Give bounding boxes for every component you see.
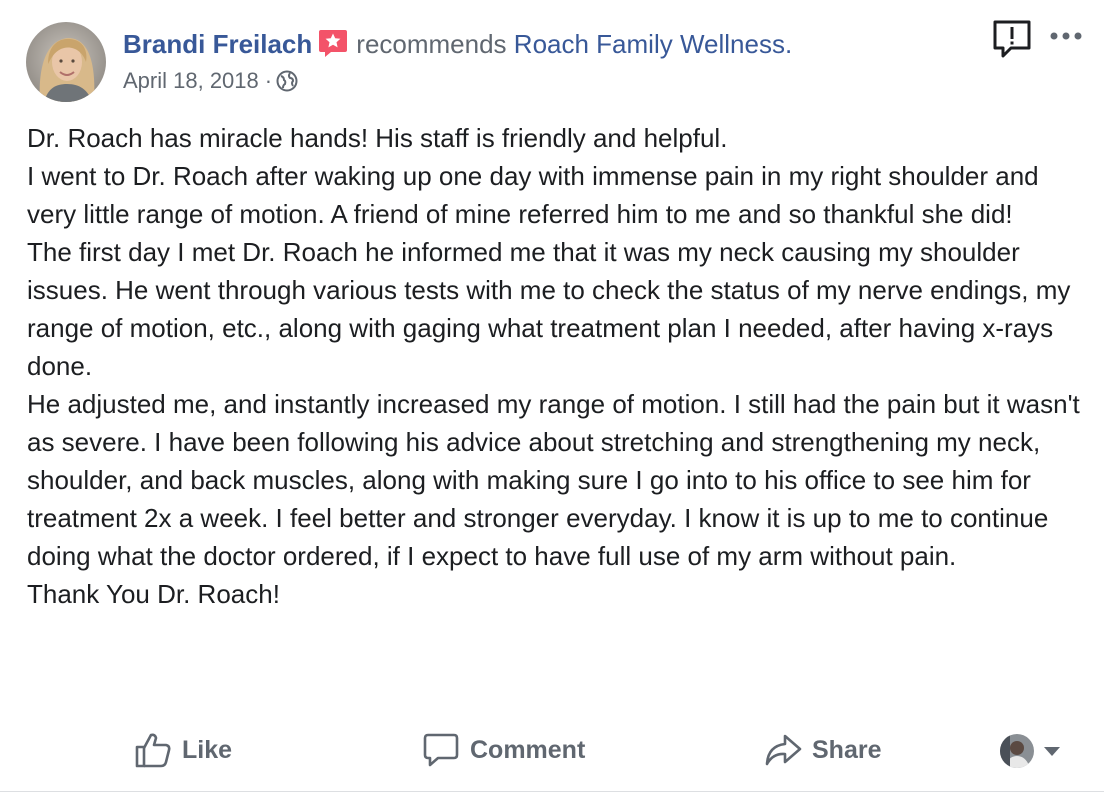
- viewer-avatar: [1000, 734, 1034, 768]
- report-icon[interactable]: [991, 18, 1033, 60]
- action-bar: Like Comment Share: [0, 720, 1104, 780]
- comment-button[interactable]: Comment: [422, 730, 585, 770]
- comment-bubble-icon: [423, 733, 459, 767]
- post-body: Dr. Roach has miracle hands! His staff i…: [27, 119, 1087, 613]
- recommends-text: recommends: [356, 29, 507, 59]
- body-paragraph: Thank You Dr. Roach!: [27, 579, 280, 609]
- like-button[interactable]: Like: [134, 730, 232, 770]
- body-paragraph: Dr. Roach has miracle hands! His staff i…: [27, 123, 728, 153]
- post-header: Brandi Freilach recommends Roach Family W…: [123, 26, 792, 62]
- share-button[interactable]: Share: [764, 730, 881, 770]
- share-label: Share: [812, 735, 882, 764]
- meta-separator: ·: [264, 68, 273, 93]
- body-paragraph: I went to Dr. Roach after waking up one …: [27, 161, 1039, 229]
- post-date[interactable]: April 18, 2018: [123, 68, 259, 93]
- share-arrow-icon: [765, 734, 802, 766]
- body-paragraph: He adjusted me, and instantly increased …: [27, 389, 1080, 571]
- thumbs-up-icon: [135, 733, 171, 768]
- review-post: Brandi Freilach recommends Roach Family W…: [0, 0, 1104, 800]
- page-name-link[interactable]: Roach Family Wellness: [514, 29, 785, 59]
- card-bottom-divider: [0, 791, 1104, 800]
- globe-icon[interactable]: [276, 70, 298, 92]
- recommendation-star-icon: [318, 28, 348, 58]
- author-avatar[interactable]: [26, 22, 106, 102]
- like-label: Like: [182, 735, 233, 764]
- body-paragraph: The first day I met Dr. Roach he informe…: [27, 237, 1071, 381]
- post-as-selector[interactable]: [1000, 734, 1060, 768]
- page-name-suffix: .: [784, 29, 793, 59]
- chevron-down-icon: [1044, 746, 1060, 756]
- post-meta: April 18, 2018 ·: [123, 66, 298, 96]
- comment-label: Comment: [470, 735, 586, 764]
- more-options-icon[interactable]: [1048, 24, 1084, 48]
- author-name[interactable]: Brandi Freilach: [123, 29, 312, 59]
